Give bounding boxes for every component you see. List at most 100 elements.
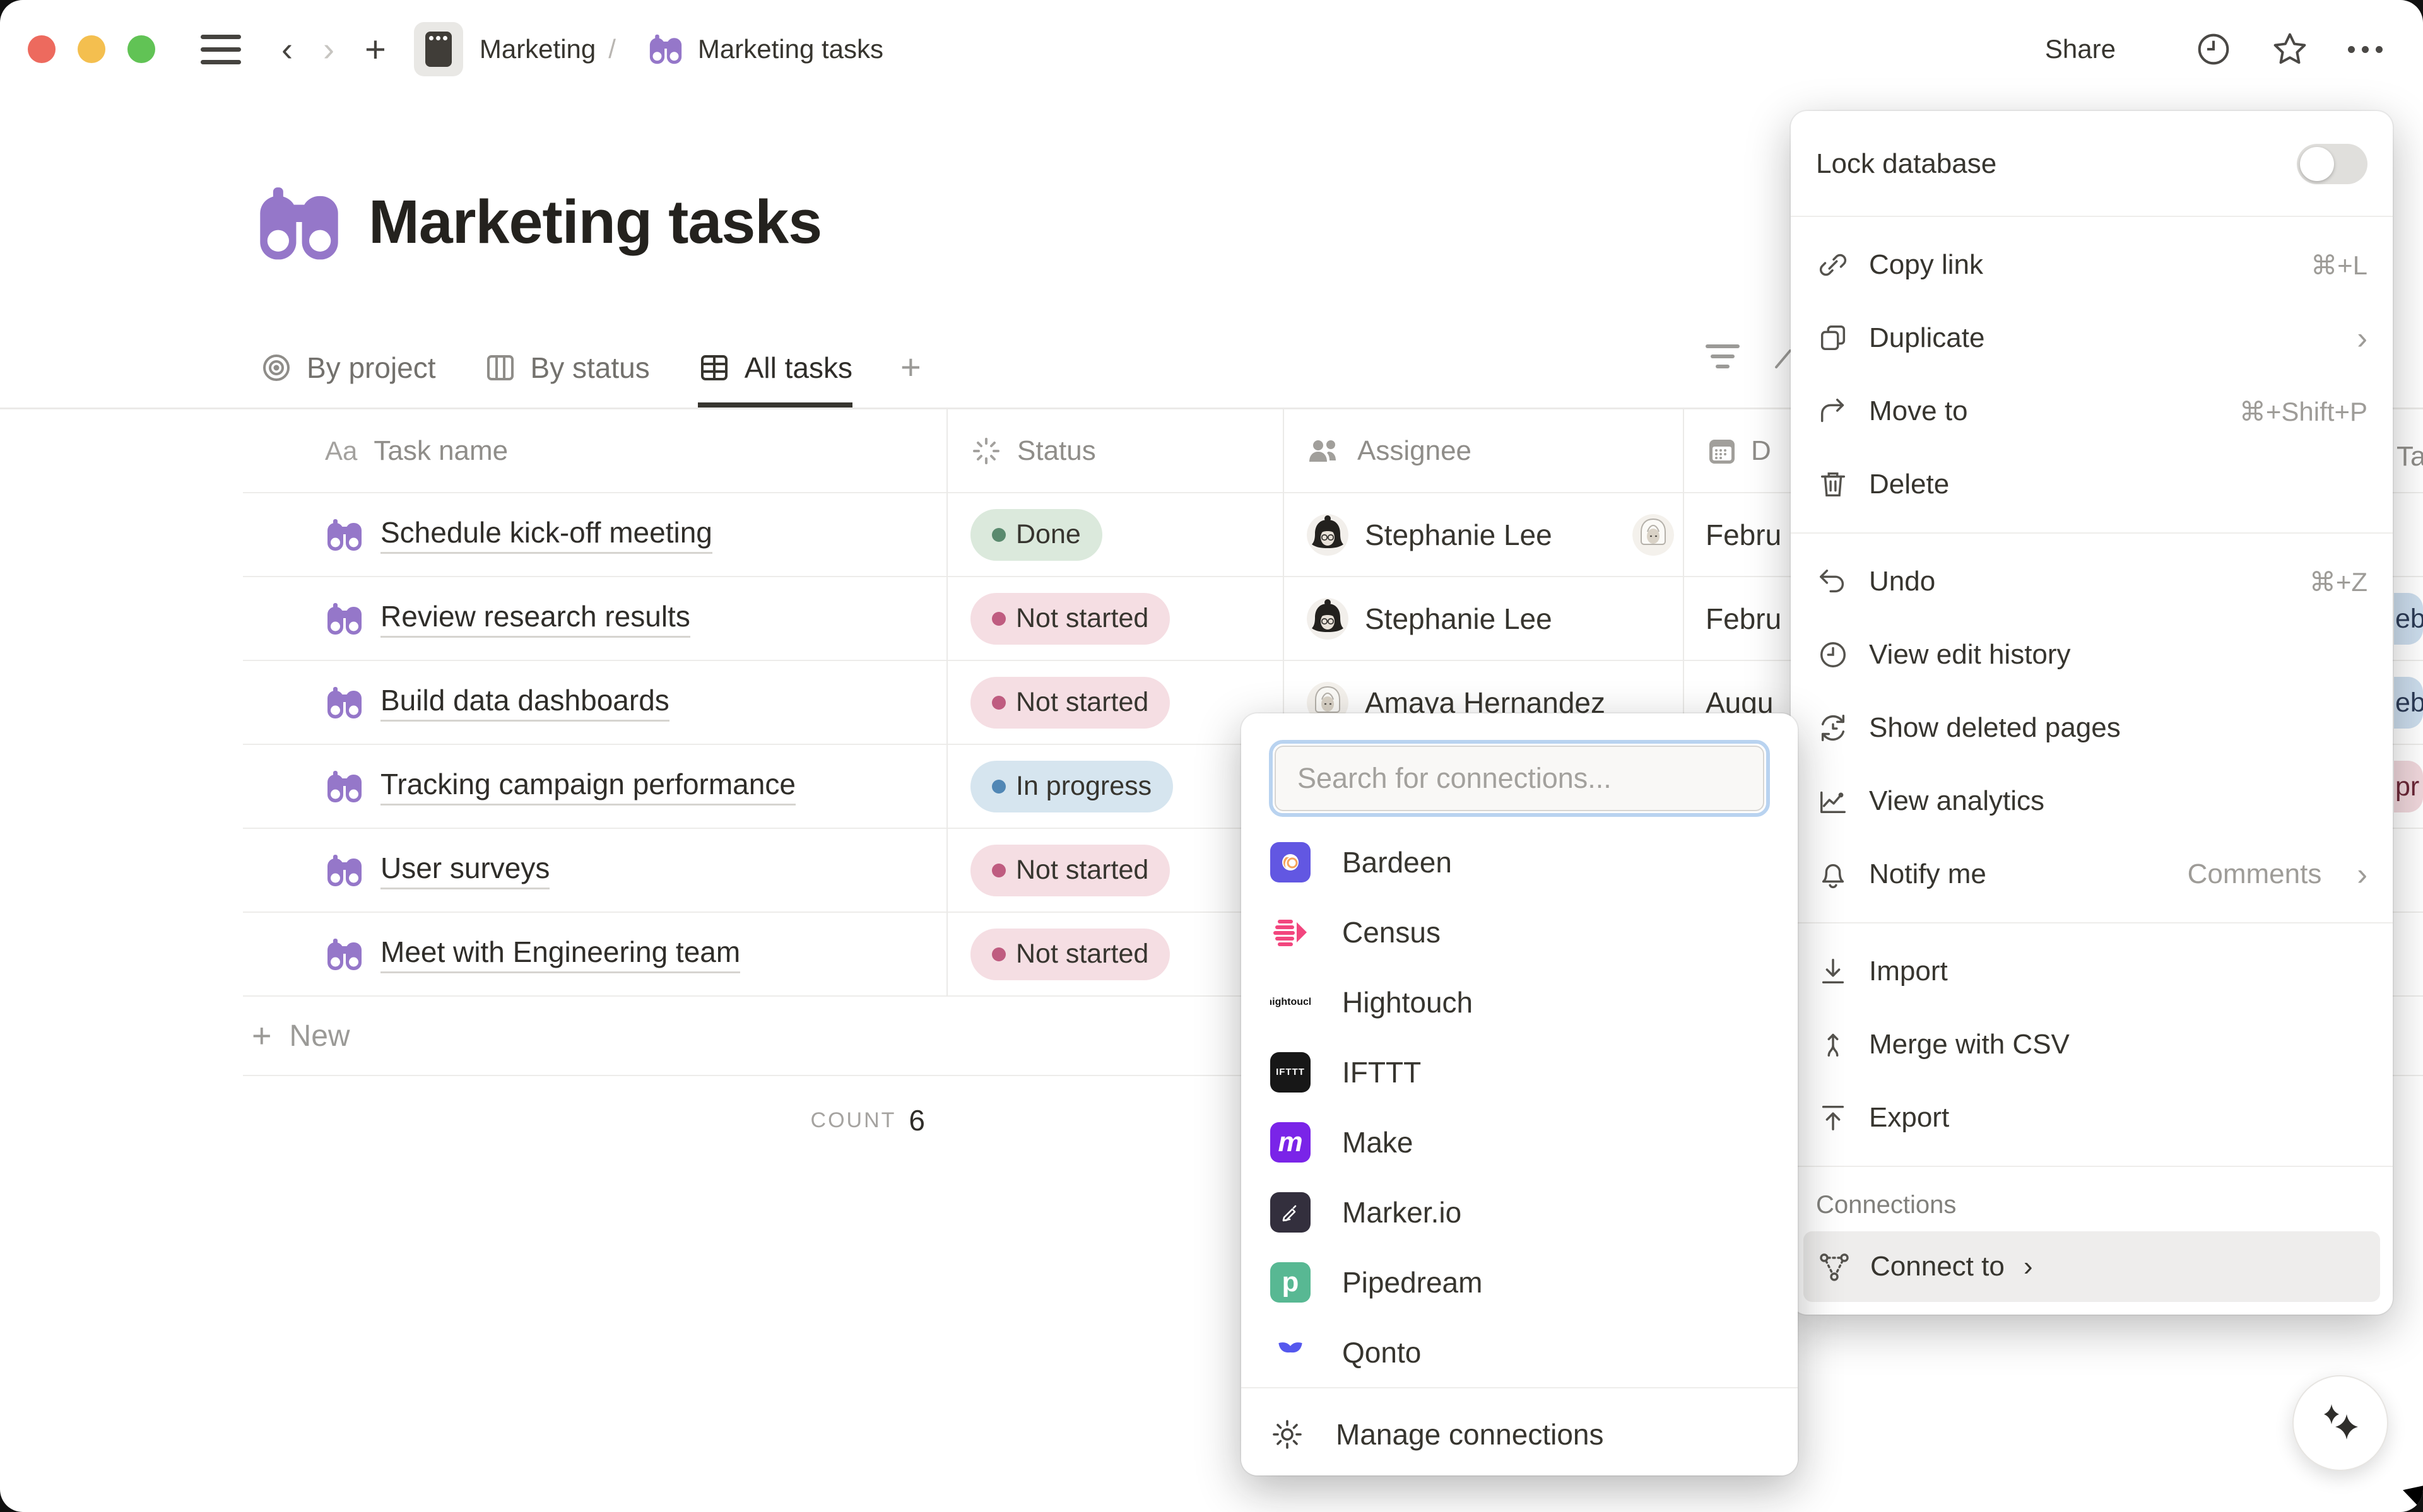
target-icon (260, 351, 293, 384)
sparkles-icon (2313, 1395, 2368, 1451)
connections-search-input[interactable] (1275, 746, 1764, 811)
breadcrumb-current[interactable]: Marketing tasks (698, 34, 883, 64)
task-title-link[interactable]: Review research results (380, 599, 690, 638)
connection-item-bardeen[interactable]: Bardeen (1241, 827, 1798, 897)
menu-item-undo[interactable]: Undo⌘+Z (1791, 545, 2393, 618)
connection-item-ifttt[interactable]: IFTTT IFTTT (1241, 1037, 1798, 1107)
task-title-link[interactable]: Tracking campaign performance (380, 767, 796, 806)
status-burst-icon (970, 435, 1002, 467)
edge-pill-fragment: eb (2394, 677, 2423, 729)
bell-icon (1817, 859, 1849, 890)
menu-item-import[interactable]: Import (1791, 935, 2393, 1008)
calendar-icon (1706, 435, 1738, 467)
import-icon (1817, 956, 1849, 987)
back-button[interactable]: ‹ (281, 30, 293, 69)
filter-icon[interactable] (1705, 344, 1740, 368)
status-badge[interactable]: Done (970, 509, 1102, 561)
lock-toggle[interactable] (2297, 144, 2367, 184)
task-title-link[interactable]: Build data dashboards (380, 683, 669, 722)
history-clock-icon[interactable] (2195, 31, 2232, 67)
menu-item-show-deleted-pages[interactable]: Show deleted pages (1791, 691, 2393, 765)
connection-item-qonto[interactable]: Qonto (1241, 1317, 1798, 1387)
page-title[interactable]: Marketing tasks (368, 187, 822, 257)
connection-item-hightouch[interactable]: hightouch Hightouch (1241, 967, 1798, 1037)
more-options-icon[interactable] (2348, 46, 2383, 53)
breadcrumb-separator: / (608, 34, 616, 64)
task-title-link[interactable]: User surveys (380, 851, 550, 889)
ifttt-logo-icon: IFTTT (1270, 1052, 1311, 1093)
qonto-logo-icon (1270, 1332, 1311, 1373)
task-binoculars-icon (325, 852, 364, 889)
task-binoculars-icon (325, 768, 364, 805)
favorite-star-icon[interactable] (2271, 30, 2309, 68)
edge-column-header-fragment: Ta (2396, 419, 2423, 493)
column-header-assignee[interactable]: Assignee (1283, 435, 1683, 467)
clock-icon (1817, 639, 1849, 671)
count-summary[interactable]: COUNT 6 (243, 1076, 946, 1164)
sort-icon-partial[interactable] (1774, 349, 1791, 369)
task-title-link[interactable]: Schedule kick-off meeting (380, 515, 712, 554)
undo-icon (1817, 566, 1849, 597)
menu-item-view-analytics[interactable]: View analytics (1791, 765, 2393, 838)
restore-clock-icon (1817, 712, 1849, 744)
status-badge[interactable]: Not started (970, 677, 1170, 729)
move-to-icon (1817, 396, 1849, 427)
hightouch-logo-icon: hightouch (1270, 982, 1311, 1023)
connections-popup: Bardeen Census hightouch Hightouch IFTTT… (1241, 713, 1798, 1475)
workspace-icon[interactable] (414, 22, 463, 76)
menu-item-lock-database[interactable]: Lock database (1791, 124, 2393, 204)
menu-item-duplicate[interactable]: Duplicate› (1791, 302, 2393, 375)
task-title-link[interactable]: Meet with Engineering team (380, 935, 740, 973)
add-view-button[interactable]: + (900, 328, 921, 407)
export-icon (1817, 1102, 1849, 1134)
menu-item-copy-link[interactable]: Copy link⌘+L (1791, 228, 2393, 302)
connection-item-census[interactable]: Census (1241, 897, 1798, 967)
menu-item-export[interactable]: Export (1791, 1081, 2393, 1154)
tab-by-status[interactable]: By status (484, 328, 650, 407)
new-page-button[interactable]: + (365, 28, 386, 71)
avatar (1307, 514, 1348, 556)
avatar (1307, 598, 1348, 640)
sidebar-toggle-icon[interactable] (201, 35, 241, 64)
notion-ai-button[interactable] (2292, 1375, 2388, 1471)
column-header-status[interactable]: Status (946, 435, 1283, 467)
menu-item-merge-with-csv[interactable]: Merge with CSV (1791, 1008, 2393, 1081)
search-field-focus-ring (1269, 740, 1770, 817)
binoculars-icon (647, 32, 684, 66)
census-logo-icon (1270, 912, 1311, 952)
people-icon (1307, 437, 1341, 466)
make-logo-icon: m (1270, 1122, 1311, 1163)
connect-icon (1818, 1250, 1851, 1283)
minimize-window-button[interactable] (78, 35, 105, 63)
close-window-button[interactable] (28, 35, 56, 63)
link-icon (1817, 249, 1849, 281)
tab-by-project[interactable]: By project (260, 328, 436, 407)
connection-item-pipedream[interactable]: p Pipedream (1241, 1247, 1798, 1317)
menu-item-delete[interactable]: Delete (1791, 448, 2393, 521)
menu-item-notify-me[interactable]: Notify me Comments› (1791, 838, 2393, 911)
status-badge[interactable]: Not started (970, 593, 1170, 645)
menu-item-connect-to[interactable]: Connect to › (1803, 1231, 2380, 1302)
connection-item-make[interactable]: m Make (1241, 1107, 1798, 1177)
menu-item-move-to[interactable]: Move to⌘+Shift+P (1791, 375, 2393, 448)
board-icon (484, 351, 517, 384)
manage-connections-button[interactable]: Manage connections (1241, 1387, 1798, 1475)
tab-all-tasks[interactable]: All tasks (698, 328, 852, 407)
merge-icon (1817, 1029, 1849, 1060)
status-badge[interactable]: In progress (970, 761, 1173, 812)
zoom-window-button[interactable] (127, 35, 155, 63)
database-options-menu: Lock database Copy link⌘+L Duplicate› Mo… (1791, 111, 2393, 1315)
connection-item-marker-io[interactable]: Marker.io (1241, 1177, 1798, 1247)
page-icon-binoculars[interactable] (255, 182, 343, 262)
marker-io-logo-icon (1270, 1192, 1311, 1233)
share-button[interactable]: Share (2045, 34, 2116, 64)
bardeen-logo-icon (1270, 842, 1311, 882)
forward-button[interactable]: › (323, 30, 334, 69)
breadcrumb-root[interactable]: Marketing (480, 34, 596, 64)
count-value: 6 (909, 1103, 925, 1137)
column-header-task-name[interactable]: Aa Task name (243, 435, 946, 467)
menu-item-view-edit-history[interactable]: View edit history (1791, 618, 2393, 691)
status-badge[interactable]: Not started (970, 845, 1170, 896)
status-badge[interactable]: Not started (970, 929, 1170, 980)
trash-icon (1817, 469, 1849, 500)
